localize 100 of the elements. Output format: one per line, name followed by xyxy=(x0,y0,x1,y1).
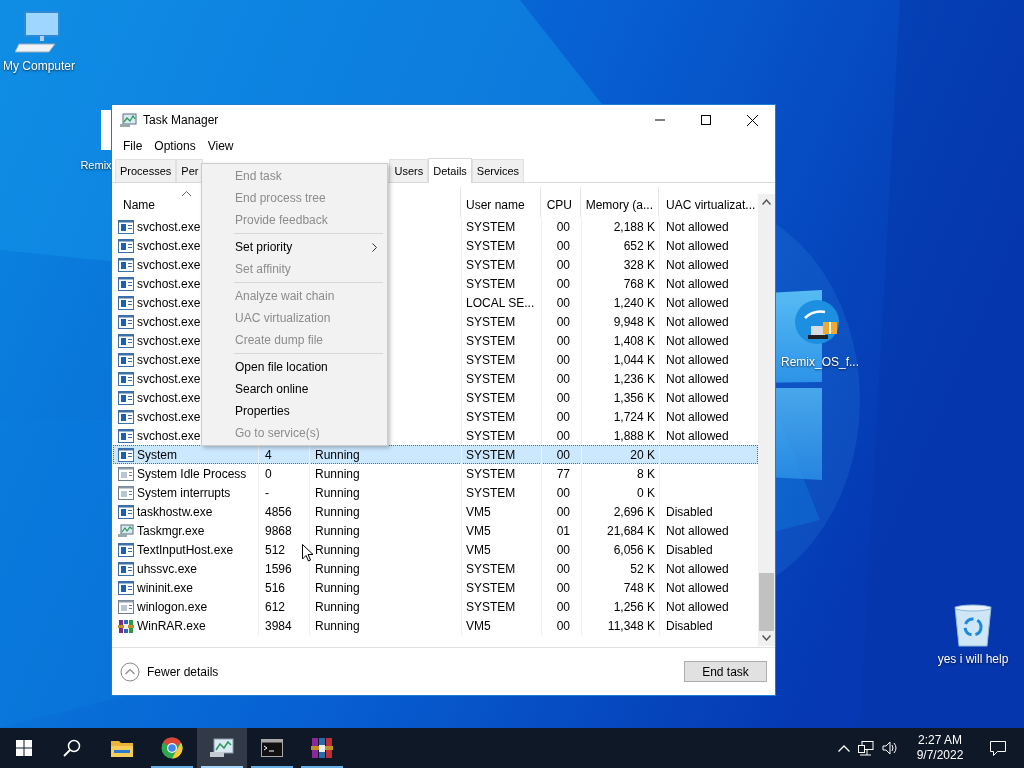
process-icon xyxy=(118,315,134,329)
context-menu-item[interactable]: Properties xyxy=(202,400,387,422)
table-cell-text: 1596 xyxy=(265,561,292,578)
context-menu-item[interactable]: Set priority xyxy=(202,236,387,258)
process-icon xyxy=(118,448,134,462)
table-cell-text: 00 xyxy=(556,428,570,445)
table-cell-text: 2,696 K xyxy=(613,504,655,521)
end-task-button[interactable]: End task xyxy=(684,661,767,682)
table-cell-text: 4 xyxy=(265,447,272,464)
system-process-icon xyxy=(118,467,134,481)
table-cell-text: SYSTEM xyxy=(466,352,516,369)
tab[interactable]: Users xyxy=(389,159,429,182)
desktop-icon-label[interactable]: Remix xyxy=(80,157,112,174)
column-header[interactable]: User name xyxy=(466,196,525,214)
volume-icon[interactable] xyxy=(882,741,898,755)
table-cell-text: Running xyxy=(315,561,360,578)
column-header[interactable]: UAC virtualizat... xyxy=(666,196,756,214)
tab[interactable]: Services xyxy=(471,159,525,182)
table-cell-text: 612 xyxy=(265,599,286,616)
table-cell-text: 1,236 K xyxy=(613,371,655,388)
scroll-down-icon[interactable] xyxy=(762,635,771,641)
table-cell-text: 77 xyxy=(556,466,570,483)
table-cell-text: SYSTEM xyxy=(466,428,516,445)
task-manager-icon xyxy=(210,738,234,758)
table-cell-text: 0 K xyxy=(637,485,655,502)
process-name: uhssvc.exe xyxy=(137,561,198,578)
desktop-icon-label[interactable]: yes i will help xyxy=(937,650,1009,668)
tab[interactable]: Per xyxy=(176,159,204,182)
process-icon xyxy=(118,239,134,253)
tab[interactable]: Details xyxy=(428,158,472,183)
collapse-circle-icon[interactable] xyxy=(120,661,140,682)
process-name: svchost.exe xyxy=(137,333,201,350)
table-cell-text: 1,408 K xyxy=(613,333,655,350)
table-cell-text: Not allowed xyxy=(666,561,729,578)
desktop-icon-label[interactable]: My Computer xyxy=(3,57,75,75)
table-cell-text: Not allowed xyxy=(666,352,729,369)
process-icon xyxy=(118,258,134,272)
table-cell-text: 652 K xyxy=(623,238,655,255)
table-cell-text: SYSTEM xyxy=(466,447,516,464)
table-cell-text: 00 xyxy=(556,371,570,388)
tab[interactable]: Processes xyxy=(115,159,177,182)
process-icon xyxy=(118,334,134,348)
network-icon[interactable] xyxy=(858,740,874,756)
process-row[interactable]: System 4 Running SYSTEM 00 20 K xyxy=(113,445,758,464)
scrollbar[interactable] xyxy=(758,194,775,646)
table-cell-text: 00 xyxy=(556,504,570,521)
table-cell-text: Running xyxy=(315,485,360,502)
menu-item[interactable]: File xyxy=(118,136,148,155)
task-manager-icon xyxy=(118,524,134,538)
process-name: svchost.exe xyxy=(137,428,201,445)
table-cell-text: 2,188 K xyxy=(613,219,655,236)
table-cell-text: 328 K xyxy=(623,257,655,274)
process-icon xyxy=(118,505,134,519)
table-cell-text: Disabled xyxy=(666,618,713,635)
context-menu-item[interactable]: Open file location xyxy=(202,356,387,378)
table-cell-text: 00 xyxy=(556,238,570,255)
menu-item[interactable]: Options xyxy=(149,136,201,155)
context-menu-item[interactable]: Search online xyxy=(202,378,387,400)
table-cell-text: 00 xyxy=(556,390,570,407)
fewer-details-link[interactable]: Fewer details xyxy=(147,662,219,681)
process-name: svchost.exe xyxy=(137,390,201,407)
table-cell-text: SYSTEM xyxy=(466,561,516,578)
table-cell-text: Disabled xyxy=(666,504,713,521)
process-name: svchost.exe xyxy=(137,219,201,236)
table-cell-text: 00 xyxy=(556,352,570,369)
table-cell-text: Not allowed xyxy=(666,580,729,597)
winrar-icon xyxy=(118,618,134,634)
maximize-icon xyxy=(701,115,711,125)
window-title: Task Manager xyxy=(143,112,219,129)
taskbar-button[interactable] xyxy=(197,728,247,768)
process-name: svchost.exe xyxy=(137,295,201,312)
mouse-cursor-icon xyxy=(302,544,314,562)
table-cell-text: 00 xyxy=(556,257,570,274)
scroll-up-icon[interactable] xyxy=(762,199,771,205)
table-cell-text: SYSTEM xyxy=(466,409,516,426)
windows-logo-icon xyxy=(16,740,32,756)
table-cell-text: Not allowed xyxy=(666,409,729,426)
table-cell-text: 00 xyxy=(556,409,570,426)
table-cell-text: SYSTEM xyxy=(466,257,516,274)
computer-icon xyxy=(15,10,63,54)
table-cell-text: VM5 xyxy=(466,542,491,559)
process-name: System interrupts xyxy=(137,485,231,502)
menu-item[interactable]: View xyxy=(202,136,239,155)
clock-time[interactable]: 2:27 AM xyxy=(918,733,962,748)
table-cell-text: Not allowed xyxy=(666,238,729,255)
process-icon xyxy=(118,353,134,367)
column-header[interactable]: Name xyxy=(123,196,155,214)
table-cell-text: Not allowed xyxy=(666,295,729,312)
table-cell-text: 512 xyxy=(265,542,286,559)
table-cell-text: Running xyxy=(315,580,360,597)
process-name: svchost.exe xyxy=(137,314,201,331)
process-icon xyxy=(118,220,134,234)
chevron-up-icon[interactable] xyxy=(838,744,850,752)
clock-date[interactable]: 9/7/2022 xyxy=(916,748,964,763)
table-cell-text: 00 xyxy=(556,580,570,597)
table-cell-text: 1,240 K xyxy=(613,295,655,312)
scroll-thumb[interactable] xyxy=(759,573,774,631)
column-header[interactable]: CPU xyxy=(546,196,572,214)
column-header[interactable]: Memory (a... xyxy=(585,196,653,214)
folder-icon xyxy=(111,739,133,757)
